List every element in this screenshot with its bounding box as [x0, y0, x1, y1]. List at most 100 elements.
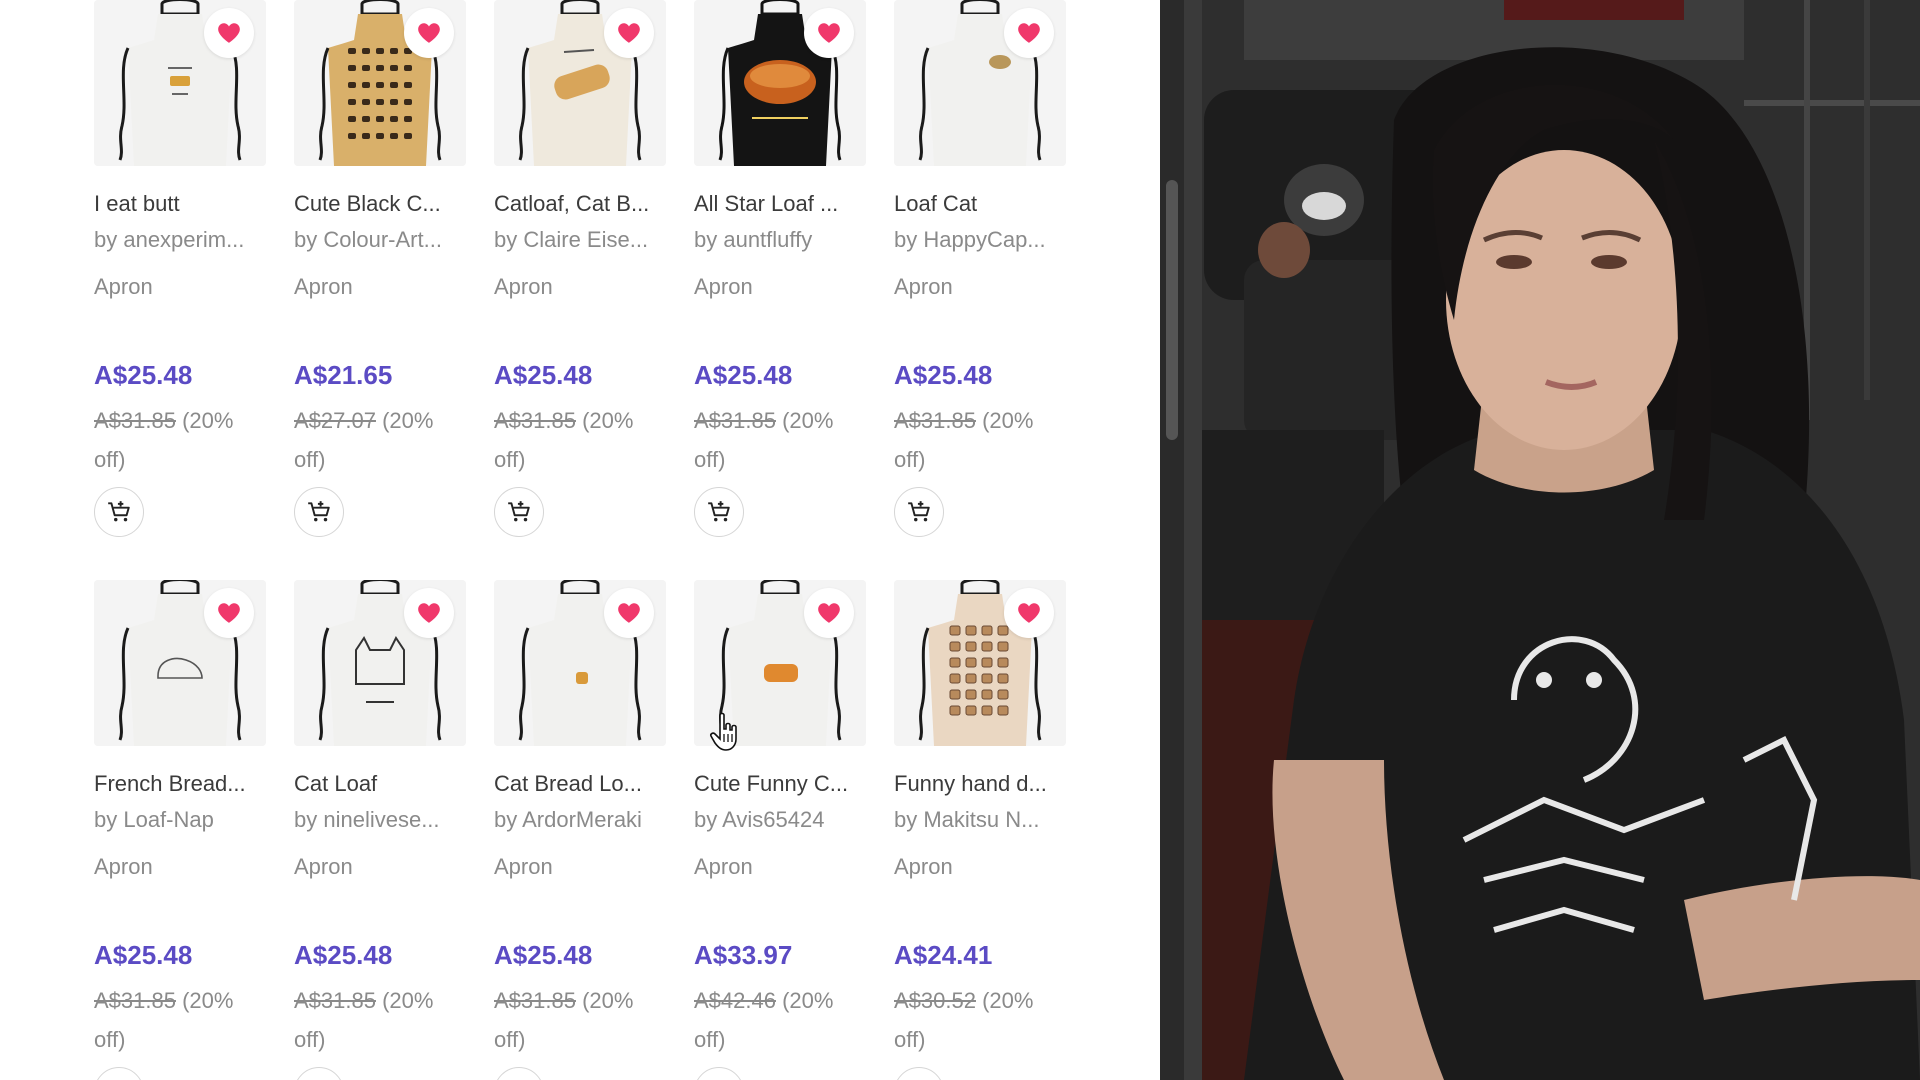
- original-price: A$31.85: [94, 408, 176, 433]
- add-to-cart-icon: [508, 501, 530, 522]
- add-to-cart-icon: [708, 501, 730, 522]
- heart-icon: [418, 603, 440, 623]
- favorite-button[interactable]: [604, 8, 654, 58]
- heart-icon: [418, 23, 440, 43]
- favorite-button[interactable]: [204, 8, 254, 58]
- product-title[interactable]: French Bread...: [94, 770, 266, 798]
- add-to-cart-button[interactable]: [294, 487, 344, 537]
- product-artist[interactable]: by ArdorMeraki: [494, 806, 666, 834]
- product-title[interactable]: Loaf Cat: [894, 190, 1066, 218]
- original-price: A$42.46: [694, 988, 776, 1013]
- discount-label: (20%: [982, 988, 1034, 1013]
- sale-price: A$25.48: [494, 360, 593, 390]
- original-price: A$30.52: [894, 988, 976, 1013]
- product-title[interactable]: Cat Loaf: [294, 770, 466, 798]
- original-price-line: A$31.85 (20% off): [94, 401, 266, 479]
- favorite-button[interactable]: [1004, 8, 1054, 58]
- product-grid: I eat butt by anexperim... Apron A$25.48…: [94, 0, 1066, 1080]
- product-title[interactable]: Cute Funny C...: [694, 770, 866, 798]
- product-type: Apron: [894, 854, 953, 879]
- webcam-feed: [1184, 0, 1920, 1080]
- original-price-line: A$31.85 (20% off): [494, 401, 666, 479]
- product-type: Apron: [94, 274, 153, 299]
- product-thumbnail[interactable]: [694, 580, 866, 746]
- add-to-cart-button[interactable]: [94, 1067, 144, 1080]
- original-price: A$31.85: [894, 408, 976, 433]
- favorite-button[interactable]: [404, 8, 454, 58]
- favorite-button[interactable]: [804, 8, 854, 58]
- product-artist[interactable]: by anexperim...: [94, 226, 266, 254]
- product-type: Apron: [94, 854, 153, 879]
- add-to-cart-button[interactable]: [94, 487, 144, 537]
- heart-icon: [218, 23, 240, 43]
- product-thumbnail[interactable]: [894, 0, 1066, 166]
- original-price: A$31.85: [494, 408, 576, 433]
- product-artist[interactable]: by Loaf-Nap: [94, 806, 266, 834]
- product-title[interactable]: Cat Bread Lo...: [494, 770, 666, 798]
- product-title[interactable]: Funny hand d...: [894, 770, 1066, 798]
- add-to-cart-button[interactable]: [894, 1067, 944, 1080]
- scrollbar-thumb[interactable]: [1166, 180, 1178, 440]
- favorite-button[interactable]: [404, 588, 454, 638]
- add-to-cart-button[interactable]: [294, 1067, 344, 1080]
- webcam-image: [1184, 0, 1920, 1080]
- add-to-cart-button[interactable]: [694, 487, 744, 537]
- product-artist[interactable]: by Makitsu N...: [894, 806, 1066, 834]
- sale-price: A$33.97: [694, 940, 793, 970]
- original-price-line: A$31.85 (20% off): [894, 401, 1066, 479]
- product-card[interactable]: Cute Black C... by Colour-Art... Apron A…: [294, 0, 466, 580]
- add-to-cart-button[interactable]: [694, 1067, 744, 1080]
- original-price-line: A$31.85 (20% off): [494, 981, 666, 1059]
- product-title[interactable]: Catloaf, Cat B...: [494, 190, 666, 218]
- add-to-cart-button[interactable]: [894, 487, 944, 537]
- product-thumbnail[interactable]: [694, 0, 866, 166]
- sale-price: A$21.65: [294, 360, 393, 390]
- product-card[interactable]: Cute Funny C... by Avis65424 Apron A$33.…: [694, 580, 866, 1080]
- favorite-button[interactable]: [604, 588, 654, 638]
- product-card[interactable]: Funny hand d... by Makitsu N... Apron A$…: [894, 580, 1066, 1080]
- product-artist[interactable]: by ninelivese...: [294, 806, 466, 834]
- sale-price: A$25.48: [494, 940, 593, 970]
- add-to-cart-button[interactable]: [494, 1067, 544, 1080]
- product-card[interactable]: I eat butt by anexperim... Apron A$25.48…: [94, 0, 266, 580]
- scrollbar-track[interactable]: [1160, 0, 1184, 1080]
- product-title[interactable]: Cute Black C...: [294, 190, 466, 218]
- product-thumbnail[interactable]: [894, 580, 1066, 746]
- product-thumbnail[interactable]: [494, 0, 666, 166]
- discount-label-tail: off): [94, 447, 126, 472]
- product-card[interactable]: Loaf Cat by HappyCap... Apron A$25.48 A$…: [894, 0, 1066, 580]
- product-thumbnail[interactable]: [94, 580, 266, 746]
- product-artist[interactable]: by Colour-Art...: [294, 226, 466, 254]
- product-artist[interactable]: by HappyCap...: [894, 226, 1066, 254]
- discount-label-tail: off): [294, 447, 326, 472]
- favorite-button[interactable]: [204, 588, 254, 638]
- discount-label: (20%: [382, 408, 434, 433]
- heart-icon: [818, 603, 840, 623]
- discount-label-tail: off): [494, 1027, 526, 1052]
- product-card[interactable]: Catloaf, Cat B... by Claire Eise... Apro…: [494, 0, 666, 580]
- product-card[interactable]: Cat Loaf by ninelivese... Apron A$25.48 …: [294, 580, 466, 1080]
- product-title[interactable]: I eat butt: [94, 190, 266, 218]
- favorite-button[interactable]: [1004, 588, 1054, 638]
- product-thumbnail[interactable]: [294, 580, 466, 746]
- discount-label: (20%: [382, 988, 434, 1013]
- product-thumbnail[interactable]: [494, 580, 666, 746]
- sale-price: A$24.41: [894, 940, 993, 970]
- product-artist[interactable]: by Avis65424: [694, 806, 866, 834]
- heart-icon: [818, 23, 840, 43]
- discount-label-tail: off): [94, 1027, 126, 1052]
- product-thumbnail[interactable]: [94, 0, 266, 166]
- add-to-cart-icon: [308, 501, 330, 522]
- product-artist[interactable]: by Claire Eise...: [494, 226, 666, 254]
- product-card[interactable]: Cat Bread Lo... by ArdorMeraki Apron A$2…: [494, 580, 666, 1080]
- original-price-line: A$31.85 (20% off): [294, 981, 466, 1059]
- product-card[interactable]: French Bread... by Loaf-Nap Apron A$25.4…: [94, 580, 266, 1080]
- favorite-button[interactable]: [804, 588, 854, 638]
- product-artist[interactable]: by auntfluffy: [694, 226, 866, 254]
- product-title[interactable]: All Star Loaf ...: [694, 190, 866, 218]
- product-card[interactable]: All Star Loaf ... by auntfluffy Apron A$…: [694, 0, 866, 580]
- add-to-cart-button[interactable]: [494, 487, 544, 537]
- shop-results-panel: I eat butt by anexperim... Apron A$25.48…: [0, 0, 1160, 1080]
- product-thumbnail[interactable]: [294, 0, 466, 166]
- original-price-line: A$42.46 (20% off): [694, 981, 866, 1059]
